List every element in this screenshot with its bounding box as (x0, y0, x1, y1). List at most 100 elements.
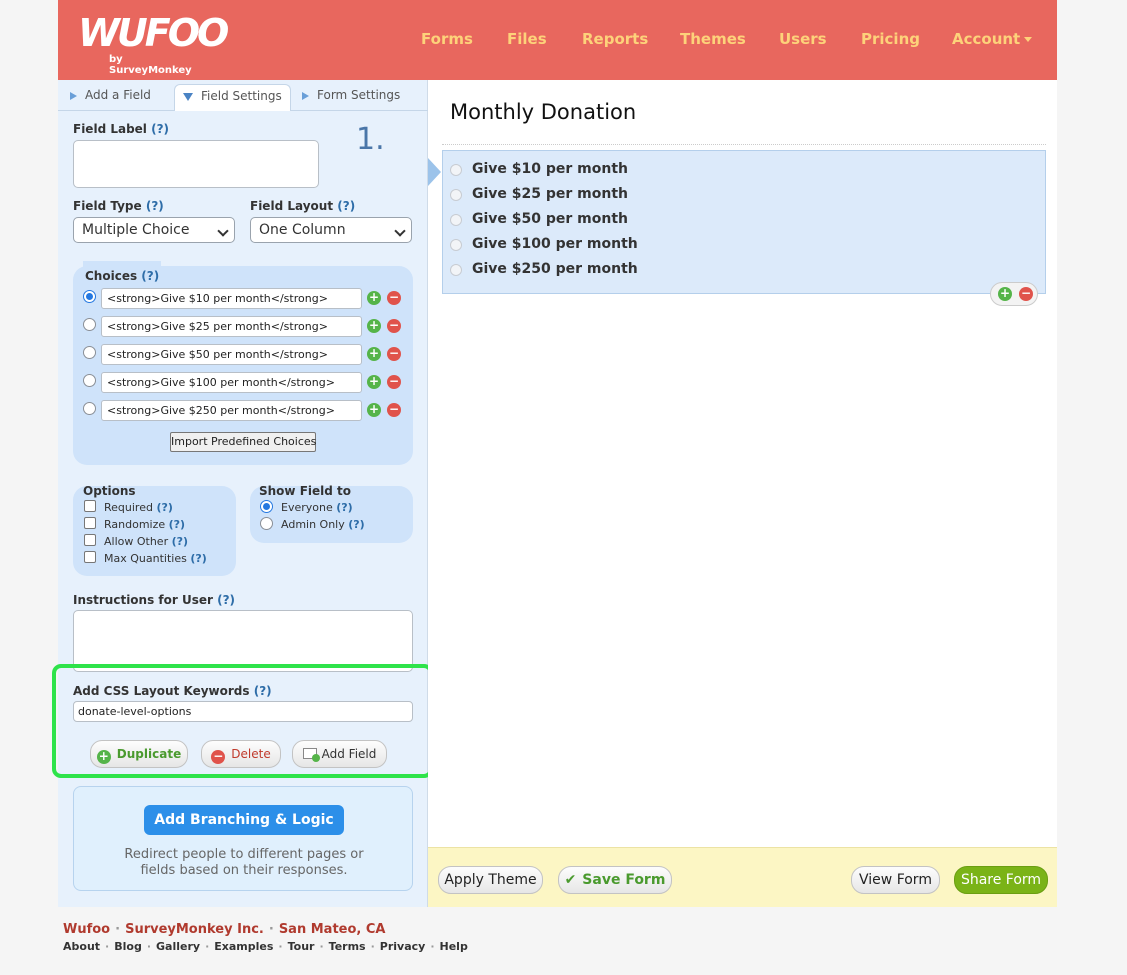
form-choice-radio[interactable] (450, 214, 462, 226)
show-field-box: Show Field to Everyone (?) Admin Only (?… (250, 484, 413, 543)
remove-choice-icon[interactable]: − (387, 319, 401, 333)
required-checkbox[interactable] (84, 500, 96, 512)
choice-default-radio[interactable] (83, 290, 96, 303)
step-marker: 1. (356, 122, 385, 157)
nav-files[interactable]: Files (507, 29, 547, 49)
choice-default-radio[interactable] (83, 318, 96, 331)
apply-theme-button[interactable]: Apply Theme (438, 866, 543, 894)
import-choices-button[interactable]: Import Predefined Choices (170, 432, 316, 452)
footer-link-examples[interactable]: Examples (214, 940, 273, 953)
form-choice-radio[interactable] (450, 189, 462, 201)
required-option: Required (?) (104, 501, 173, 514)
add-choice-icon[interactable]: + (367, 403, 381, 417)
help-link[interactable]: (?) (172, 535, 188, 548)
remove-choice-icon[interactable]: − (387, 291, 401, 305)
footer-link-tour[interactable]: Tour (288, 940, 315, 953)
footer-link-help[interactable]: Help (440, 940, 468, 953)
choice-input[interactable]: <strong>Give $250 per month</strong> (101, 400, 362, 421)
remove-choice-icon[interactable]: − (387, 347, 401, 361)
help-link[interactable]: (?) (348, 518, 364, 531)
choice-input[interactable]: <strong>Give $25 per month</strong> (101, 316, 362, 337)
field-type-value: Multiple Choice (82, 222, 190, 238)
field-layout-text: Field Layout (250, 199, 334, 213)
randomize-option: Randomize (?) (104, 518, 186, 531)
selected-field[interactable]: Give $10 per month Give $25 per month Gi… (442, 150, 1046, 294)
help-link[interactable]: (?) (337, 199, 355, 213)
field-type-select[interactable]: Multiple Choice (73, 217, 235, 243)
footer-link-about[interactable]: About (63, 940, 100, 953)
instructions-text: Instructions for User (73, 593, 213, 607)
nav-forms[interactable]: Forms (421, 29, 473, 49)
tab-form-settings-label: Form Settings (317, 88, 401, 102)
instructions-input[interactable] (73, 610, 413, 672)
allow-other-checkbox[interactable] (84, 534, 96, 546)
form-choice-radio[interactable] (450, 264, 462, 276)
options-heading: Options (83, 484, 136, 498)
tab-add-field[interactable]: Add a Field (70, 84, 151, 110)
form-choice-label: Give $10 per month (472, 161, 629, 177)
choice-default-radio[interactable] (83, 374, 96, 387)
options-box: Options Required (?) Randomize (?) Allow… (73, 484, 236, 576)
add-choice-icon[interactable]: + (367, 319, 381, 333)
nav-pricing[interactable]: Pricing (861, 29, 920, 49)
view-form-button[interactable]: View Form (851, 866, 940, 894)
tab-form-settings[interactable]: Form Settings (302, 84, 400, 110)
choice-input[interactable]: <strong>Give $50 per month</strong> (101, 344, 362, 365)
form-title[interactable]: Monthly Donation (450, 100, 636, 124)
remove-choice-icon[interactable]: − (387, 403, 401, 417)
field-type-heading: Field Type (?) (73, 199, 164, 213)
everyone-radio[interactable] (260, 500, 273, 513)
add-field-below-icon[interactable]: + (998, 287, 1012, 301)
footer-links: About · Blog · Gallery · Examples · Tour · Terms · P… (63, 940, 468, 953)
save-form-button[interactable]: ✔ Save Form (558, 866, 672, 894)
help-link[interactable]: (?) (190, 552, 206, 565)
form-choice-radio[interactable] (450, 164, 462, 176)
help-link[interactable]: (?) (169, 518, 185, 531)
nav-account[interactable]: Account (952, 29, 1033, 49)
tab-add-field-label: Add a Field (85, 88, 151, 102)
remove-choice-icon[interactable]: − (387, 375, 401, 389)
remove-field-icon[interactable]: − (1019, 287, 1033, 301)
choice-default-radio[interactable] (83, 346, 96, 359)
field-layout-select[interactable]: One Column (250, 217, 412, 243)
footer-link-gallery[interactable]: Gallery (156, 940, 200, 953)
max-quantities-checkbox[interactable] (84, 551, 96, 563)
choice-input[interactable]: <strong>Give $100 per month</strong> (101, 372, 362, 393)
nav-themes[interactable]: Themes (680, 29, 746, 49)
footer-surveymonkey[interactable]: SurveyMonkey Inc. (125, 922, 264, 937)
form-choice-label: Give $50 per month (472, 211, 629, 227)
help-link[interactable]: (?) (141, 269, 159, 283)
randomize-checkbox[interactable] (84, 517, 96, 529)
admin-only-radio[interactable] (260, 517, 273, 530)
footer-link-privacy[interactable]: Privacy (380, 940, 426, 953)
choice-default-radio[interactable] (83, 402, 96, 415)
help-link[interactable]: (?) (151, 122, 169, 136)
tab-field-settings[interactable]: Field Settings (174, 84, 291, 111)
share-form-button[interactable]: Share Form (954, 866, 1048, 894)
help-link[interactable]: (?) (217, 593, 235, 607)
choice-input[interactable]: <strong>Give $10 per month</strong> (101, 288, 362, 309)
nav-users[interactable]: Users (779, 29, 827, 49)
triangle-down-icon (183, 92, 193, 101)
choices-heading: Choices (?) (83, 261, 162, 291)
field-label-input[interactable] (73, 140, 319, 188)
help-link[interactable]: (?) (146, 199, 164, 213)
add-remove-field-bubble: + − (990, 282, 1038, 306)
form-choice-label: Give $250 per month (472, 261, 638, 277)
add-choice-icon[interactable]: + (367, 375, 381, 389)
footer-wufoo[interactable]: Wufoo (63, 922, 110, 937)
help-link[interactable]: (?) (336, 501, 352, 514)
nav-reports[interactable]: Reports (582, 29, 648, 49)
form-choice-radio[interactable] (450, 239, 462, 251)
field-layout-heading: Field Layout (?) (250, 199, 355, 213)
footer-link-terms[interactable]: Terms (329, 940, 366, 953)
triangle-right-icon (302, 91, 309, 100)
add-choice-icon[interactable]: + (367, 347, 381, 361)
wufoo-logo[interactable]: WUFOO by SurveyMonkey (78, 10, 229, 76)
add-branching-logic-button[interactable]: Add Branching & Logic (144, 805, 344, 835)
admin-only-option: Admin Only (?) (281, 518, 365, 531)
branching-text-line2: fields based on their responses. (140, 863, 348, 878)
help-link[interactable]: (?) (156, 501, 172, 514)
add-choice-icon[interactable]: + (367, 291, 381, 305)
footer-link-blog[interactable]: Blog (114, 940, 142, 953)
